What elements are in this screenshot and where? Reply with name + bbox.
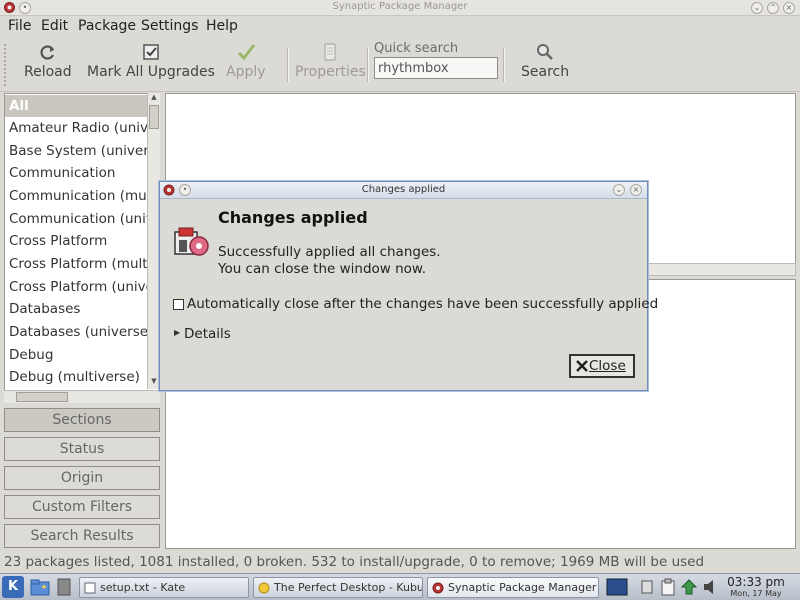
scroll-up-arrow-icon[interactable]: ▲ [148,93,160,104]
properties-button[interactable]: Properties [295,42,366,80]
toolbar-separator [287,48,289,82]
dialog-title: Changes applied [361,184,446,195]
browser-icon [258,582,270,594]
category-item[interactable]: Base System (universe) [5,140,147,162]
package-list-horizontal-scrollbar[interactable] [647,263,796,276]
close-button-label: Close [589,358,626,374]
category-item[interactable]: Databases [5,298,147,320]
dialog-heading: Changes applied [218,208,368,227]
update-tray-icon[interactable] [680,578,698,596]
package-install-icon [174,227,209,256]
system-icon[interactable] [56,577,72,597]
search-label: Search [521,64,570,80]
mark-all-upgrades-button[interactable]: Mark All Upgrades [87,42,215,80]
taskbar-task-browser[interactable]: The Perfect Desktop - Kubuntu [253,577,423,598]
category-list[interactable]: All Amateur Radio (universe) Base System… [4,93,160,403]
synaptic-app-icon [432,582,444,594]
details-expander-icon[interactable]: ▶ [174,328,180,337]
toolbar-separator [367,48,369,82]
properties-label: Properties [295,64,366,80]
menu-package[interactable]: Package [78,18,136,34]
category-item[interactable]: Communication [5,162,147,184]
mark-upgrades-icon [143,44,159,60]
auto-close-label[interactable]: Automatically close after the changes ha… [187,296,658,312]
kde-menu-icon[interactable]: K [2,576,24,598]
clock-time: 03:33 pm [727,575,785,589]
category-item[interactable]: Cross Platform (universe) [5,276,147,298]
window-titlebar[interactable]: • Synaptic Package Manager ⌄ ⌃ × [0,0,800,16]
checkmark-icon [237,44,255,61]
menu-help[interactable]: Help [206,18,238,34]
taskbar-task-synaptic[interactable]: Synaptic Package Manager [427,577,599,598]
menu-bar: File Edit Package Settings Help [0,16,800,38]
toolbar-separator [503,48,505,82]
taskbar-task-kate[interactable]: setup.txt - Kate [79,577,249,598]
clipboard-tray-icon[interactable] [660,578,676,596]
toolbar-grip[interactable] [4,44,10,86]
search-icon [537,44,553,60]
reload-icon [40,45,54,60]
home-folder-icon[interactable] [30,578,50,596]
maximize-button[interactable]: ⌃ [767,2,779,14]
apply-label: Apply [226,64,266,80]
task-label: setup.txt - Kate [100,581,186,594]
task-label: Synaptic Package Manager [448,581,597,594]
apply-button[interactable]: Apply [226,42,266,80]
category-item[interactable]: Debug [5,344,147,366]
menu-edit[interactable]: Edit [41,18,68,34]
clock-date: Mon, 17 May [730,589,782,598]
volume-tray-icon[interactable] [702,579,718,595]
task-label: The Perfect Desktop - Kubuntu [274,581,422,594]
toolbar: Reload Mark All Upgrades Apply Propertie… [0,38,800,92]
dialog-minimize-button[interactable]: ⌄ [613,184,625,196]
dialog-close-window-button[interactable]: × [630,184,642,196]
quick-search-input[interactable] [374,57,498,79]
search-button[interactable]: Search [521,42,569,80]
menu-file[interactable]: File [8,18,31,34]
network-tray-icon[interactable] [640,579,654,595]
scrollbar-thumb[interactable] [149,105,159,129]
details-expander-label[interactable]: Details [184,326,231,342]
dialog-titlebar[interactable]: • Changes applied ⌄ × [160,182,647,199]
dialog-message-line1: Successfully applied all changes. [218,244,441,260]
taskbar: K setup.txt - Kate The Perfect Desktop -… [0,573,800,600]
menu-settings[interactable]: Settings [141,18,198,34]
quick-search-label: Quick search [374,41,459,56]
close-icon [576,360,588,372]
category-item[interactable]: Debug (multiverse) [5,366,147,388]
origin-filter-button[interactable]: Origin [4,466,160,490]
category-horizontal-scrollbar[interactable] [4,390,160,403]
category-item[interactable]: Amateur Radio (universe) [5,117,147,139]
category-item[interactable]: Cross Platform (multiverse) [5,253,147,275]
reload-button[interactable]: Reload [24,42,72,80]
mark-all-upgrades-label: Mark All Upgrades [87,64,215,80]
desktop-pager-icon[interactable] [606,578,628,596]
custom-filters-button[interactable]: Custom Filters [4,495,160,519]
auto-close-checkbox[interactable] [173,299,184,310]
category-item[interactable]: Communication (multiverse) [5,185,147,207]
reload-label: Reload [24,64,72,80]
close-button[interactable]: Close [569,354,635,378]
category-item[interactable]: Cross Platform [5,230,147,252]
scrollbar-thumb[interactable] [16,392,68,402]
text-editor-icon [84,582,96,594]
close-window-button[interactable]: × [783,2,795,14]
changes-applied-dialog: • Changes applied ⌄ × Changes applied Su… [159,181,658,391]
sections-filter-button[interactable]: Sections [4,408,160,432]
clock[interactable]: 03:33 pm Mon, 17 May [724,575,788,599]
minimize-button[interactable]: ⌄ [751,2,763,14]
status-filter-button[interactable]: Status [4,437,160,461]
status-bar: 23 packages listed, 1081 installed, 0 br… [0,553,800,573]
search-results-button[interactable]: Search Results [4,524,160,548]
properties-icon [324,43,336,61]
category-item[interactable]: Communication (universe) [5,208,147,230]
dialog-message-line2: You can close the window now. [218,261,427,277]
category-item[interactable]: Databases (universe) [5,321,147,343]
window-title: Synaptic Package Manager [332,1,468,12]
category-item[interactable]: All [5,95,147,117]
